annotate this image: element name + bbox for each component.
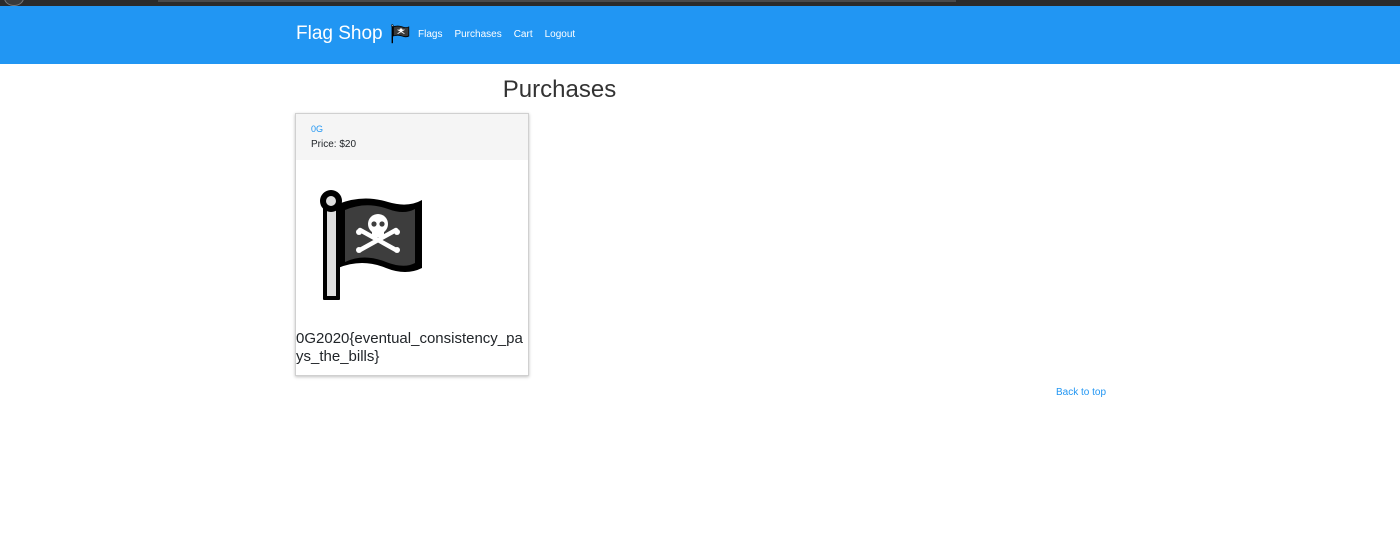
- purchase-card: 0G Price: $20 0G2020{eventual_consistenc…: [295, 113, 529, 376]
- pirate-flag-icon: [320, 190, 422, 300]
- navbar: Flag Shop Flags Purchases Cart Logout: [0, 6, 1400, 64]
- address-bar[interactable]: [158, 0, 956, 2]
- product-name-link[interactable]: 0G: [311, 124, 528, 134]
- card-header: 0G Price: $20: [296, 114, 528, 160]
- nav-link-flags[interactable]: Flags: [418, 29, 442, 40]
- pirate-flag-icon: [390, 24, 409, 44]
- page-title: Purchases: [502, 76, 617, 103]
- brand-name: Flag Shop: [296, 23, 383, 44]
- nav-link-purchases[interactable]: Purchases: [454, 29, 501, 40]
- flag-text: 0G2020{eventual_consistency_pays_the_bil…: [296, 330, 523, 365]
- nav-link-logout[interactable]: Logout: [545, 29, 576, 40]
- product-price: Price: $20: [311, 139, 357, 150]
- nav-links: Flags Purchases Cart Logout: [418, 29, 587, 40]
- brand-link[interactable]: Flag Shop: [296, 23, 410, 45]
- nav-link-cart[interactable]: Cart: [514, 29, 533, 40]
- back-to-top-link[interactable]: Back to top: [1056, 387, 1106, 398]
